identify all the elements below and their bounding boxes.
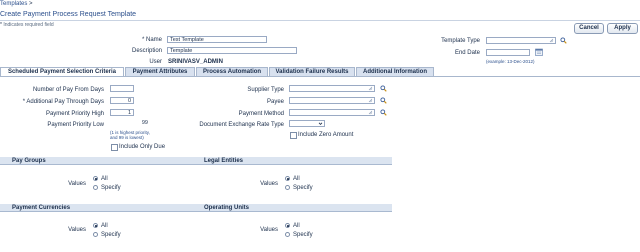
description-field[interactable]: Template: [167, 47, 297, 54]
resize-grip-icon: [368, 98, 373, 103]
pay-groups-specify-label: Specify: [101, 185, 121, 191]
tab-bar: Scheduled Payment Selection Criteria Pay…: [0, 67, 640, 76]
operating-units-specify-label: Specify: [293, 232, 313, 238]
priority-low-field[interactable]: 99: [110, 120, 150, 127]
name-label-text: Name: [145, 37, 162, 43]
breadcrumb-templates-link[interactable]: Templates: [0, 1, 27, 7]
breadcrumb-separator: >: [29, 1, 33, 7]
payment-method-field[interactable]: [289, 109, 375, 116]
doc-exchange-rate-type-label: Document Exchange Rate Type: [199, 122, 284, 128]
page-title: Create Payment Process Request Template: [0, 11, 137, 18]
required-note: * Indicates required field: [0, 22, 54, 28]
legal-entities-specify-label: Specify: [293, 185, 313, 191]
chevron-down-icon: [318, 122, 323, 125]
operating-units-all-radio[interactable]: [285, 223, 290, 228]
search-icon[interactable]: [380, 85, 387, 92]
pay-groups-all-radio[interactable]: [93, 176, 98, 181]
required-star: *: [0, 22, 2, 28]
operating-units-header: Operating Units: [192, 204, 392, 212]
pay-from-days-label: Number of Pay From Days: [32, 87, 104, 93]
operating-units-values-label: Values: [260, 227, 278, 233]
name-label: * Name: [110, 37, 162, 43]
payment-currencies-specify-label: Specify: [101, 232, 121, 238]
name-field[interactable]: Test Template: [167, 36, 267, 43]
operating-units-specify-radio[interactable]: [285, 232, 290, 237]
legal-entities-specify-radio[interactable]: [285, 185, 290, 190]
search-icon[interactable]: [380, 97, 387, 104]
tab-payment-attributes[interactable]: Payment Attributes: [125, 67, 195, 76]
pay-groups-header: Pay Groups: [0, 157, 200, 165]
apply-button[interactable]: Apply: [607, 23, 638, 34]
pay-through-days-label: * Additional Pay Through Days: [0, 99, 104, 105]
resize-grip-icon: [368, 86, 373, 91]
description-label: Description: [131, 48, 162, 54]
resize-grip-icon: [549, 38, 554, 43]
end-date-hint: (example: 13-Dec-2012): [486, 59, 535, 64]
operating-units-all-label: All: [293, 223, 300, 229]
end-date-field[interactable]: [486, 49, 530, 56]
template-type-label: Template Type: [441, 38, 480, 44]
payment-currencies-header: Payment Currencies: [0, 204, 200, 212]
legal-entities-all-radio[interactable]: [285, 176, 290, 181]
include-zero-amount-label: Include Zero Amount: [298, 132, 354, 138]
priority-high-field[interactable]: 1: [110, 109, 134, 116]
name-required-star: *: [141, 37, 145, 43]
include-zero-amount-checkbox[interactable]: [290, 132, 297, 139]
title-divider: [0, 20, 640, 21]
pay-through-days-field[interactable]: 0: [110, 97, 134, 104]
priority-hint: (1 is highest priority, and 99 is lowest…: [110, 130, 150, 140]
cancel-button[interactable]: Cancel: [574, 23, 604, 34]
supplier-type-field[interactable]: [289, 85, 375, 92]
search-icon[interactable]: [560, 37, 567, 44]
tab-validation-failure-results[interactable]: Validation Failure Results: [269, 67, 355, 76]
pay-through-required-star: *: [22, 99, 26, 105]
tab-divider: [0, 76, 640, 77]
tab-process-automation[interactable]: Process Automation: [196, 67, 268, 76]
legal-entities-values-label: Values: [260, 181, 278, 187]
pay-from-days-field[interactable]: [110, 85, 134, 92]
include-only-due-checkbox[interactable]: [111, 144, 118, 151]
payment-currencies-all-label: All: [101, 223, 108, 229]
required-note-text: Indicates required field: [3, 22, 54, 28]
pay-groups-all-label: All: [101, 176, 108, 182]
pay-groups-specify-radio[interactable]: [93, 185, 98, 190]
end-date-label: End Date: [454, 50, 480, 56]
user-value: SRINIVASV_ADMIN: [168, 59, 223, 65]
template-type-field[interactable]: [486, 37, 556, 44]
tab-additional-information[interactable]: Additional Information: [356, 67, 434, 76]
payment-currencies-values-label: Values: [68, 227, 86, 233]
legal-entities-all-label: All: [293, 176, 300, 182]
pay-groups-values-label: Values: [68, 181, 86, 187]
priority-high-label: Payment Priority High: [45, 111, 104, 117]
supplier-type-label: Supplier Type: [247, 87, 284, 93]
search-icon[interactable]: [380, 109, 387, 116]
tab-scheduled-payment-selection-criteria[interactable]: Scheduled Payment Selection Criteria: [0, 67, 124, 76]
payment-currencies-all-radio[interactable]: [93, 223, 98, 228]
legal-entities-header: Legal Entities: [192, 157, 392, 165]
payment-method-label: Payment Method: [238, 111, 284, 117]
payee-label: Payee: [266, 99, 284, 105]
payee-field[interactable]: [289, 97, 375, 104]
pay-through-days-label-text: Additional Pay Through Days: [26, 99, 104, 105]
priority-low-label: Payment Priority Low: [47, 122, 104, 128]
calendar-icon[interactable]: [535, 48, 543, 56]
resize-grip-icon: [368, 110, 373, 115]
user-label: User: [149, 59, 162, 65]
payment-currencies-specify-radio[interactable]: [93, 232, 98, 237]
include-only-due-label: Include Only Due: [119, 144, 166, 150]
breadcrumb: Templates >: [0, 1, 33, 7]
